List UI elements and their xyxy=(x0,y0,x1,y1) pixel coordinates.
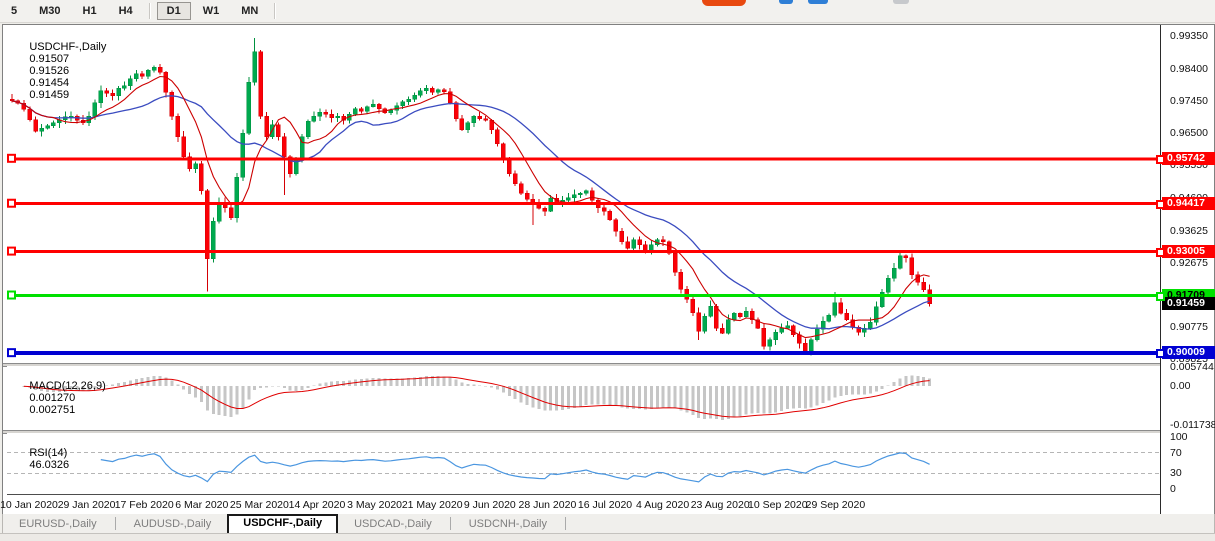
toolbar-separator xyxy=(149,3,151,19)
ohlc-low-value: 0.91454 xyxy=(29,77,69,89)
tab-usdcnh[interactable]: USDCNH-,Daily xyxy=(453,516,563,533)
tab-usdchf[interactable]: USDCHF-,Daily xyxy=(227,514,338,533)
level-handle[interactable] xyxy=(8,349,15,356)
timeframe-button-5[interactable]: 5 xyxy=(1,2,27,20)
time-axis-label: 10 Sep 2020 xyxy=(748,499,808,511)
time-axis-label: 14 Apr 2020 xyxy=(289,499,346,511)
time-axis-label: 29 Jan 2020 xyxy=(58,499,116,511)
macd-axis-label: -0.011738 xyxy=(1170,419,1215,431)
macd-indicator-label: MACD(12,26,9) 0.001270 0.002751 xyxy=(11,368,110,428)
time-axis-label: 21 May 2020 xyxy=(402,499,463,511)
price-axis-label: 0.98400 xyxy=(1170,63,1208,75)
macd-name: MACD(12,26,9) xyxy=(29,380,105,392)
time-axis-label: 28 Jun 2020 xyxy=(518,499,576,511)
timeframe-button-mn[interactable]: MN xyxy=(231,2,268,20)
rsi-panel[interactable] xyxy=(7,433,1162,493)
symbol-period-label: USDCHF-,Daily xyxy=(29,41,106,53)
chart-window: USDCHF-,Daily 0.91507 0.91526 0.91454 0.… xyxy=(2,24,1215,515)
macd-axis-label: 0.00 xyxy=(1170,380,1190,392)
price-level-badge: 0.90009 xyxy=(1162,346,1215,359)
time-axis-label: 16 Jul 2020 xyxy=(578,499,632,511)
rsi-axis-label: 0 xyxy=(1170,483,1176,495)
tab-usdcad[interactable]: USDCAD-,Daily xyxy=(338,516,448,533)
price-axis-label: 0.90775 xyxy=(1170,321,1208,333)
rsi-axis-label: 100 xyxy=(1170,431,1188,443)
time-axis-label: 6 Mar 2020 xyxy=(175,499,228,511)
timeframe-button-h1[interactable]: H1 xyxy=(73,2,107,20)
price-level-badge: 0.95742 xyxy=(1162,152,1215,165)
ohlc-open-value: 0.91507 xyxy=(29,53,69,65)
trading-platform-window: 5M30H1H4 D1W1MN USDCHF-,Daily 0.91507 0.9… xyxy=(0,0,1215,541)
price-axis[interactable]: 0.993500.984000.974500.965000.955500.946… xyxy=(1160,25,1213,514)
time-axis-label: 4 Aug 2020 xyxy=(636,499,689,511)
macd-value: 0.001270 xyxy=(29,392,75,404)
rsi-name: RSI(14) xyxy=(29,447,67,459)
level-axis-handle[interactable] xyxy=(1156,292,1165,301)
timeframe-button-d1[interactable]: D1 xyxy=(157,2,191,20)
time-axis-label: 29 Sep 2020 xyxy=(806,499,866,511)
time-axis-label: 3 May 2020 xyxy=(347,499,402,511)
tab-separator xyxy=(115,517,116,530)
macd-panel[interactable] xyxy=(7,366,1162,430)
logo-fragment-icon xyxy=(779,0,793,4)
level-axis-handle[interactable] xyxy=(1156,248,1165,257)
level-handle[interactable] xyxy=(8,155,15,162)
tab-separator xyxy=(450,517,451,530)
rsi-axis-label: 70 xyxy=(1170,447,1182,459)
price-level-badge: 0.93005 xyxy=(1162,245,1215,258)
price-axis-label: 0.99350 xyxy=(1170,30,1208,42)
level-axis-handle[interactable] xyxy=(1156,155,1165,164)
time-axis-label: 25 Mar 2020 xyxy=(230,499,289,511)
timeframe-button-h4[interactable]: H4 xyxy=(109,2,143,20)
ohlc-high-value: 0.91526 xyxy=(29,65,69,77)
price-axis-label: 0.97450 xyxy=(1170,95,1208,107)
timeframe-button-w1[interactable]: W1 xyxy=(193,2,230,20)
logo-fragment-icon xyxy=(893,0,909,4)
timeframe-button-m30[interactable]: M30 xyxy=(29,2,70,20)
ohlc-close-value: 0.91459 xyxy=(29,89,69,101)
time-axis-label: 17 Feb 2020 xyxy=(115,499,174,511)
macd-axis-label: 0.005744 xyxy=(1170,361,1214,373)
price-chart-panel[interactable] xyxy=(7,27,1162,363)
rsi-value: 46.0326 xyxy=(29,459,69,471)
chart-title: USDCHF-,Daily 0.91507 0.91526 0.91454 0.… xyxy=(11,29,110,113)
current-price-badge: 0.91459 xyxy=(1162,297,1215,310)
timeframe-toolbar: 5M30H1H4 D1W1MN xyxy=(0,0,1215,23)
price-axis-label: 0.92675 xyxy=(1170,257,1208,269)
level-handle[interactable] xyxy=(8,292,15,299)
toolbar-separator xyxy=(274,3,276,19)
tab-separator xyxy=(565,517,566,530)
tab-eurusd[interactable]: EURUSD-,Daily xyxy=(3,516,113,533)
chart-tabs-bar: EURUSD-,DailyAUDUSD-,DailyUSDCHF-,DailyU… xyxy=(2,514,1215,533)
macd-signal-value: 0.002751 xyxy=(29,404,75,416)
logo-fragment-icon xyxy=(702,0,746,6)
level-handle[interactable] xyxy=(8,200,15,207)
time-axis-label: 10 Jan 2020 xyxy=(0,499,58,511)
price-level-badge: 0.94417 xyxy=(1162,197,1215,210)
status-strip xyxy=(0,533,1215,541)
price-axis-label: 0.93625 xyxy=(1170,225,1208,237)
rsi-indicator-label: RSI(14) 46.0326 xyxy=(11,435,73,483)
time-axis-label: 23 Aug 2020 xyxy=(691,499,750,511)
level-axis-handle[interactable] xyxy=(1156,349,1165,358)
tab-audusd[interactable]: AUDUSD-,Daily xyxy=(118,516,228,533)
level-handle[interactable] xyxy=(8,248,15,255)
time-axis-label: 9 Jun 2020 xyxy=(464,499,516,511)
rsi-axis-label: 30 xyxy=(1170,467,1182,479)
time-axis[interactable]: 10 Jan 202029 Jan 202017 Feb 20206 Mar 2… xyxy=(7,494,1162,514)
price-axis-label: 0.96500 xyxy=(1170,127,1208,139)
level-axis-handle[interactable] xyxy=(1156,200,1165,209)
logo-fragment-icon xyxy=(808,0,828,4)
